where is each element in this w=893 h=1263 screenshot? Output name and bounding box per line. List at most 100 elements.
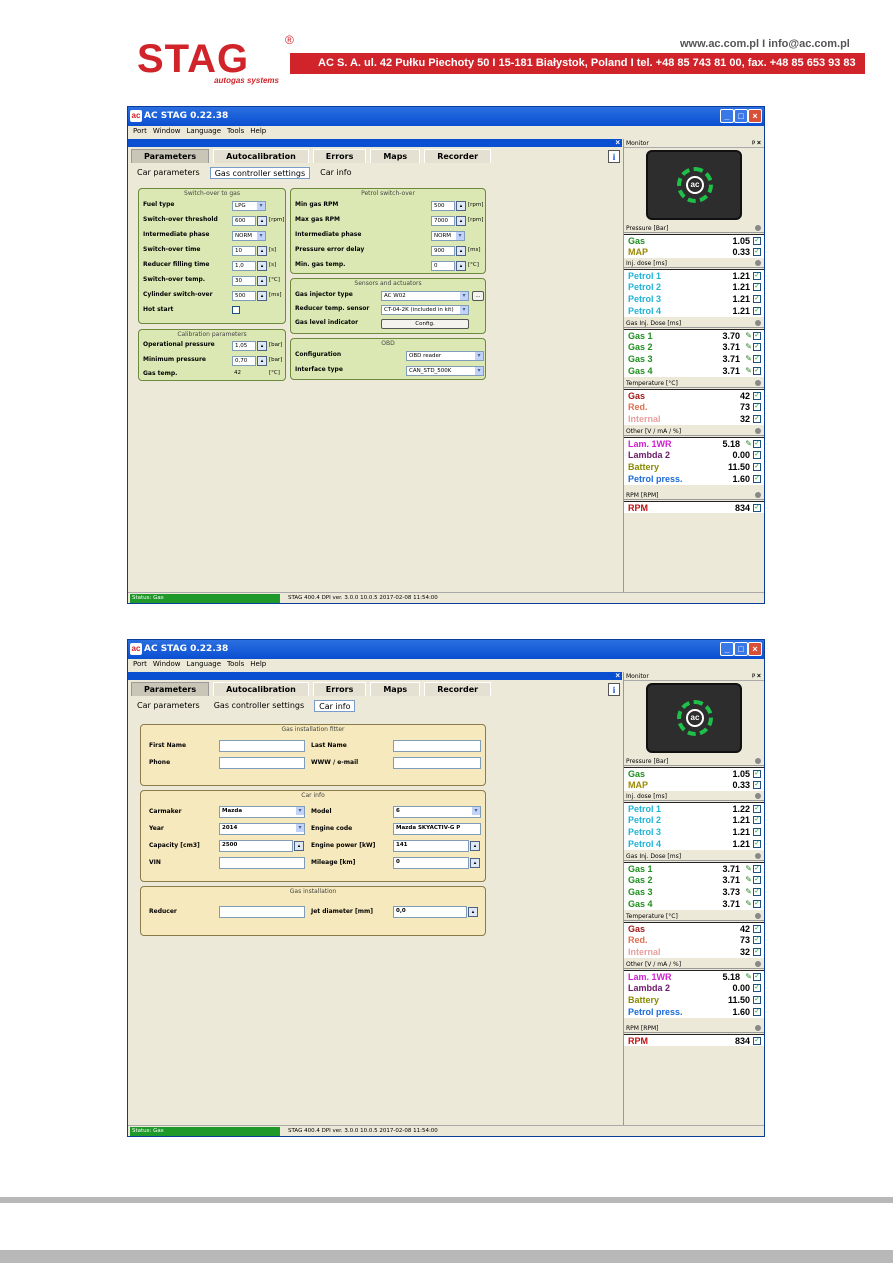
pressure-error-spinner[interactable]: ▴ <box>456 246 466 256</box>
engine-power-input[interactable]: 141 <box>393 840 469 852</box>
tab-maps[interactable]: Maps <box>370 682 421 696</box>
switchover-temp-input[interactable]: 30 <box>232 276 256 286</box>
help-icon[interactable]: i <box>608 683 620 696</box>
menu-language[interactable]: Language <box>187 127 222 135</box>
threshold-input[interactable]: 600 <box>232 216 256 226</box>
checkbox[interactable]: ✓ <box>753 936 761 944</box>
config-button[interactable]: Config. <box>381 319 469 329</box>
menu-tools[interactable]: Tools <box>227 127 244 135</box>
min-rpm-input[interactable]: 500 <box>431 201 455 211</box>
help-icon[interactable]: i <box>608 150 620 163</box>
maximize-button[interactable]: □ <box>734 642 748 656</box>
subtab-car-info[interactable]: Car info <box>316 167 355 179</box>
model-select[interactable]: 6 <box>393 806 481 818</box>
engine-power-spinner[interactable]: ▴ <box>470 841 480 851</box>
www-email-input[interactable] <box>393 757 481 769</box>
menu-help[interactable]: Help <box>250 660 266 668</box>
subtab-car-parameters[interactable]: Car parameters <box>133 167 204 179</box>
capacity-input[interactable]: 2500 <box>219 840 293 852</box>
switchover-time-input[interactable]: 10 <box>232 246 256 256</box>
engine-code-input[interactable]: Mazda SKYACTIV-G P <box>393 823 481 835</box>
checkbox[interactable]: ✓ <box>753 451 761 459</box>
menu-port[interactable]: Port <box>133 127 147 135</box>
operational-pressure-input[interactable]: 1,05 <box>232 341 256 351</box>
checkbox[interactable]: ✓ <box>753 332 761 340</box>
mileage-spinner[interactable]: ▴ <box>470 858 480 868</box>
checkbox[interactable]: ✓ <box>753 295 761 303</box>
min-gas-temp-spinner[interactable]: ▴ <box>456 261 466 271</box>
operational-pressure-spinner[interactable]: ▴ <box>257 341 267 351</box>
checkbox[interactable]: ✓ <box>753 840 761 848</box>
intermediate-select[interactable]: NORM <box>232 231 266 241</box>
checkbox[interactable]: ✓ <box>753 237 761 245</box>
checkbox[interactable]: ✓ <box>753 876 761 884</box>
checkbox[interactable]: ✓ <box>753 888 761 896</box>
year-select[interactable]: 2014 <box>219 823 305 835</box>
checkbox[interactable]: ✓ <box>753 984 761 992</box>
tab-recorder[interactable]: Recorder <box>424 149 492 163</box>
maximize-button[interactable]: □ <box>734 109 748 123</box>
tab-parameters[interactable]: Parameters <box>131 682 210 696</box>
minimum-pressure-spinner[interactable]: ▴ <box>257 356 267 366</box>
close-button[interactable]: × <box>748 642 762 656</box>
checkbox[interactable]: ✓ <box>753 1008 761 1016</box>
mileage-input[interactable]: 0 <box>393 857 469 869</box>
interface-type-select[interactable]: CAN_STD_500K <box>406 366 484 376</box>
monitor-close-icon[interactable]: ᵖ × <box>752 139 761 148</box>
panel-close-icon[interactable]: × <box>615 138 620 147</box>
checkbox[interactable]: ✓ <box>753 828 761 836</box>
tab-autocalibration[interactable]: Autocalibration <box>213 682 309 696</box>
pressure-error-input[interactable]: 900 <box>431 246 455 256</box>
checkbox[interactable]: ✓ <box>753 343 761 351</box>
first-name-input[interactable] <box>219 740 305 752</box>
checkbox[interactable]: ✓ <box>753 865 761 873</box>
capacity-spinner[interactable]: ▴ <box>294 841 304 851</box>
jet-diameter-spinner[interactable]: ▴ <box>468 907 478 917</box>
menu-tools[interactable]: Tools <box>227 660 244 668</box>
reducer-sensor-select[interactable]: CT-04-2K (included in kit) <box>381 305 469 315</box>
min-rpm-spinner[interactable]: ▴ <box>456 201 466 211</box>
tab-parameters[interactable]: Parameters <box>131 149 210 163</box>
checkbox[interactable]: ✓ <box>753 996 761 1004</box>
checkbox[interactable]: ✓ <box>753 440 761 448</box>
checkbox[interactable]: ✓ <box>753 272 761 280</box>
subtab-gas-controller-settings[interactable]: Gas controller settings <box>210 700 308 712</box>
tab-recorder[interactable]: Recorder <box>424 682 492 696</box>
checkbox[interactable]: ✓ <box>753 900 761 908</box>
checkbox[interactable]: ✓ <box>753 475 761 483</box>
tab-errors[interactable]: Errors <box>312 149 367 163</box>
subtab-car-parameters[interactable]: Car parameters <box>133 700 204 712</box>
checkbox[interactable]: ✓ <box>753 1037 761 1045</box>
reducer-fill-input[interactable]: 1,0 <box>232 261 256 271</box>
monitor-close-icon[interactable]: ᵖ × <box>752 672 761 681</box>
minimize-button[interactable]: _ <box>720 109 734 123</box>
obd-configuration-select[interactable]: OBD reader <box>406 351 484 361</box>
reducer-fill-spinner[interactable]: ▴ <box>257 261 267 271</box>
fuel-type-select[interactable]: LPG <box>232 201 266 211</box>
panel-close-icon[interactable]: × <box>615 671 620 680</box>
checkbox[interactable]: ✓ <box>753 948 761 956</box>
jet-diameter-input[interactable]: 0,0 <box>393 906 467 918</box>
tab-maps[interactable]: Maps <box>370 149 421 163</box>
min-gas-temp-input[interactable]: 0 <box>431 261 455 271</box>
checkbox[interactable]: ✓ <box>753 283 761 291</box>
vin-input[interactable] <box>219 857 305 869</box>
subtab-car-info[interactable]: Car info <box>314 700 356 712</box>
max-rpm-input[interactable]: 7000 <box>431 216 455 226</box>
menu-window[interactable]: Window <box>153 127 181 135</box>
checkbox[interactable]: ✓ <box>753 781 761 789</box>
checkbox[interactable]: ✓ <box>753 504 761 512</box>
cylinder-spinner[interactable]: ▴ <box>257 291 267 301</box>
subtab-gas-controller-settings[interactable]: Gas controller settings <box>209 167 311 179</box>
checkbox[interactable]: ✓ <box>753 770 761 778</box>
checkbox[interactable]: ✓ <box>753 248 761 256</box>
carmaker-select[interactable]: Mazda <box>219 806 305 818</box>
checkbox[interactable]: ✓ <box>753 925 761 933</box>
max-rpm-spinner[interactable]: ▴ <box>456 216 466 226</box>
menu-help[interactable]: Help <box>250 127 266 135</box>
close-button[interactable]: × <box>748 109 762 123</box>
checkbox[interactable]: ✓ <box>753 816 761 824</box>
checkbox[interactable]: ✓ <box>753 367 761 375</box>
minimize-button[interactable]: _ <box>720 642 734 656</box>
checkbox[interactable]: ✓ <box>753 973 761 981</box>
